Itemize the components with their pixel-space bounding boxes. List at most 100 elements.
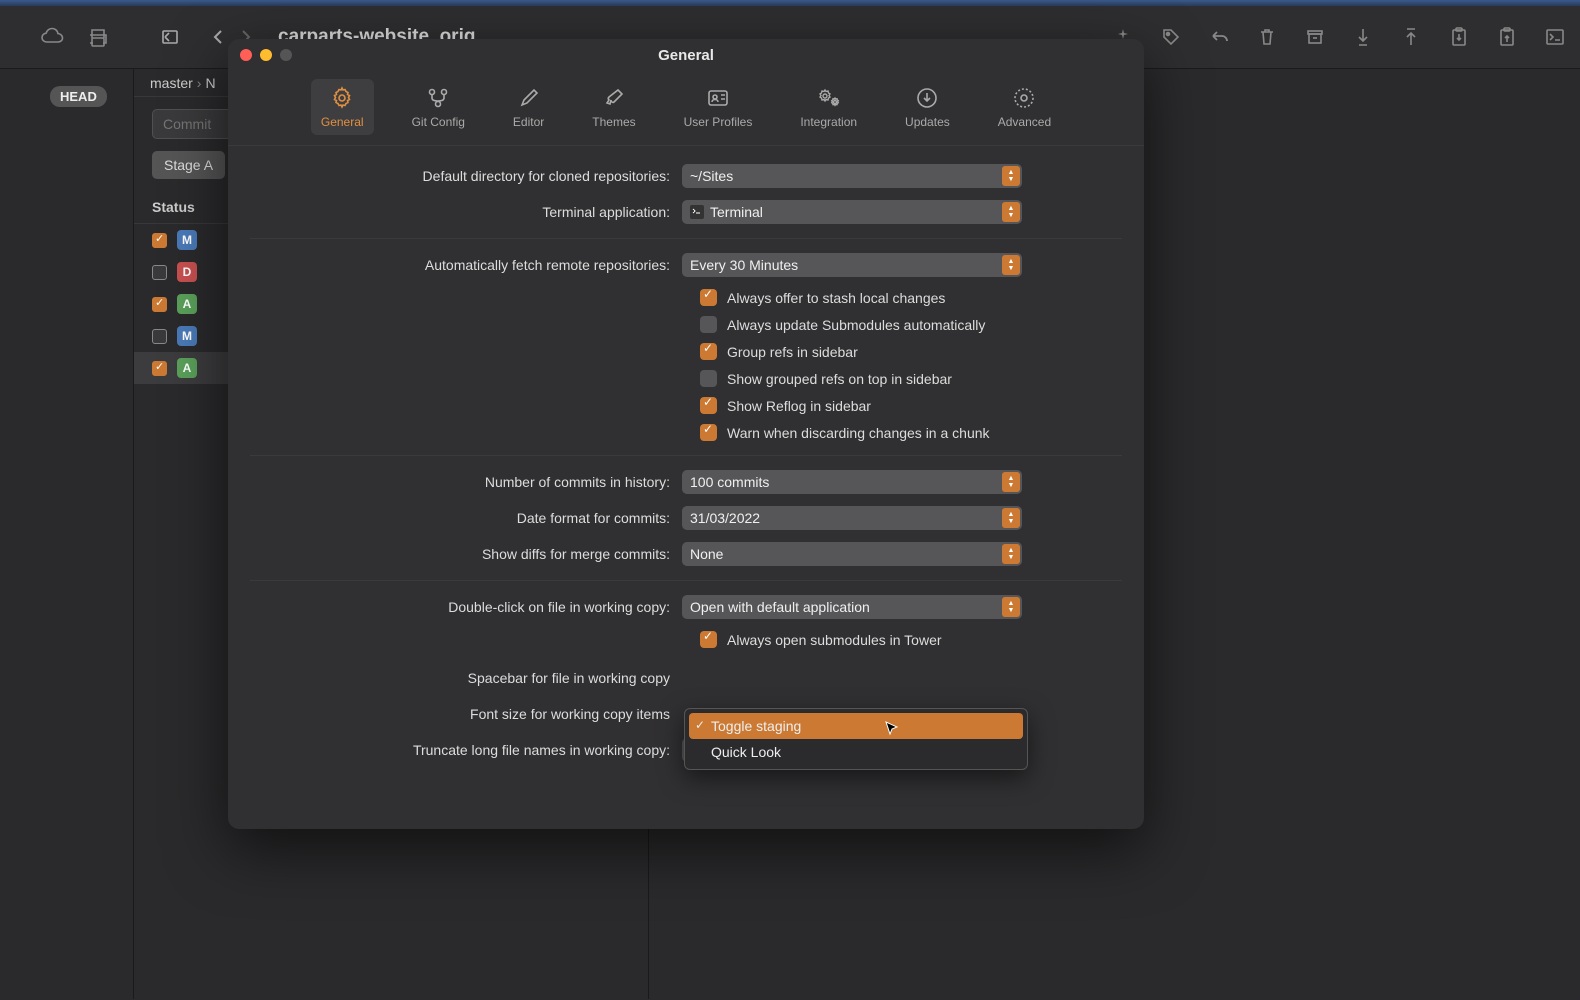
tab-label: Editor bbox=[513, 115, 544, 129]
stepper-arrows-icon: ▲▼ bbox=[1002, 255, 1020, 275]
select-dbl-click[interactable]: Open with default application ▲▼ bbox=[682, 595, 1022, 619]
dropdown-option-quick-look[interactable]: Quick Look bbox=[689, 739, 1023, 765]
status-badge: M bbox=[177, 230, 197, 250]
brush-icon bbox=[601, 85, 627, 111]
label-auto-fetch: Automatically fetch remote repositories: bbox=[250, 257, 682, 273]
tab-general[interactable]: General bbox=[311, 79, 374, 135]
status-badge: D bbox=[177, 262, 197, 282]
tab-label: Git Config bbox=[412, 115, 465, 129]
stage-checkbox[interactable] bbox=[152, 297, 167, 312]
tab-editor[interactable]: Editor bbox=[503, 79, 554, 135]
select-value: Terminal bbox=[710, 204, 763, 220]
tab-user-profiles[interactable]: User Profiles bbox=[674, 79, 763, 135]
status-badge: A bbox=[177, 358, 197, 378]
label-terminal: Terminal application: bbox=[250, 204, 682, 220]
label-spacebar: Spacebar for file in working copy bbox=[250, 670, 682, 686]
stage-checkbox[interactable] bbox=[152, 329, 167, 344]
label-truncate: Truncate long file names in working copy… bbox=[250, 742, 682, 758]
check-submodules[interactable] bbox=[700, 316, 717, 333]
quick-open-icon[interactable] bbox=[158, 25, 182, 49]
label-date-fmt: Date format for commits: bbox=[250, 510, 682, 526]
check-open-submodules[interactable] bbox=[700, 631, 717, 648]
stepper-arrows-icon: ▲▼ bbox=[1002, 472, 1020, 492]
select-value: ~/Sites bbox=[690, 168, 733, 184]
clipboard-down-icon[interactable] bbox=[1448, 26, 1470, 48]
select-date-fmt[interactable]: 31/03/2022 ▲▼ bbox=[682, 506, 1022, 530]
tab-updates[interactable]: Updates bbox=[895, 79, 960, 135]
cloud-icon[interactable] bbox=[40, 26, 66, 48]
check-warn-discard[interactable] bbox=[700, 424, 717, 441]
check-grouped-top[interactable] bbox=[700, 370, 717, 387]
stepper-arrows-icon: ▲▼ bbox=[1002, 202, 1020, 222]
advanced-icon bbox=[1011, 85, 1037, 111]
stage-checkbox[interactable] bbox=[152, 361, 167, 376]
select-value: Every 30 Minutes bbox=[690, 257, 798, 273]
tab-label: Advanced bbox=[998, 115, 1051, 129]
push-icon[interactable] bbox=[1400, 26, 1422, 48]
check-label: Always offer to stash local changes bbox=[727, 290, 945, 306]
label-default-dir: Default directory for cloned repositorie… bbox=[250, 168, 682, 184]
tab-themes[interactable]: Themes bbox=[582, 79, 645, 135]
check-label: Show grouped refs on top in sidebar bbox=[727, 371, 952, 387]
status-badge: A bbox=[177, 294, 197, 314]
tab-label: General bbox=[321, 115, 364, 129]
check-label: Always open submodules in Tower bbox=[727, 632, 942, 648]
label-font-size: Font size for working copy items bbox=[250, 706, 682, 722]
label-dbl-click: Double-click on file in working copy: bbox=[250, 599, 682, 615]
select-terminal[interactable]: Terminal ▲▼ bbox=[682, 200, 1022, 224]
select-value: None bbox=[690, 546, 723, 562]
tab-git-config[interactable]: Git Config bbox=[402, 79, 475, 135]
terminal-icon[interactable] bbox=[1544, 26, 1566, 48]
preferences-tabs: General Git Config Editor Themes User Pr… bbox=[228, 71, 1144, 146]
check-stash[interactable] bbox=[700, 289, 717, 306]
select-default-dir[interactable]: ~/Sites ▲▼ bbox=[682, 164, 1022, 188]
printer-icon[interactable] bbox=[86, 26, 110, 48]
select-show-diffs[interactable]: None ▲▼ bbox=[682, 542, 1022, 566]
id-card-icon bbox=[705, 85, 731, 111]
select-value: 100 commits bbox=[690, 474, 769, 490]
pencil-icon bbox=[516, 85, 542, 111]
tab-label: Integration bbox=[800, 115, 857, 129]
select-num-commits[interactable]: 100 commits ▲▼ bbox=[682, 470, 1022, 494]
undo-icon[interactable] bbox=[1208, 26, 1230, 48]
tab-label: Updates bbox=[905, 115, 950, 129]
pull-icon[interactable] bbox=[1352, 26, 1374, 48]
breadcrumb-branch[interactable]: master bbox=[150, 75, 193, 91]
check-label: Show Reflog in sidebar bbox=[727, 398, 871, 414]
titlebar: General bbox=[228, 39, 1144, 71]
chevron-right-icon: › bbox=[197, 75, 202, 91]
trash-icon[interactable] bbox=[1256, 26, 1278, 48]
check-label: Always update Submodules automatically bbox=[727, 317, 985, 333]
check-label: Warn when discarding changes in a chunk bbox=[727, 425, 990, 441]
gears-icon bbox=[816, 85, 842, 111]
gear-icon bbox=[329, 85, 355, 111]
head-badge: HEAD bbox=[50, 86, 107, 107]
preferences-window: General General Git Config Editor Themes… bbox=[228, 39, 1144, 829]
status-badge: M bbox=[177, 326, 197, 346]
tab-advanced[interactable]: Advanced bbox=[988, 79, 1061, 135]
tag-icon[interactable] bbox=[1160, 26, 1182, 48]
stage-checkbox[interactable] bbox=[152, 233, 167, 248]
select-value: 31/03/2022 bbox=[690, 510, 760, 526]
check-reflog[interactable] bbox=[700, 397, 717, 414]
stepper-arrows-icon: ▲▼ bbox=[1002, 508, 1020, 528]
stage-all-button[interactable]: Stage A bbox=[152, 151, 225, 179]
check-label: Group refs in sidebar bbox=[727, 344, 858, 360]
stepper-arrows-icon: ▲▼ bbox=[1002, 597, 1020, 617]
select-auto-fetch[interactable]: Every 30 Minutes ▲▼ bbox=[682, 253, 1022, 277]
stage-checkbox[interactable] bbox=[152, 265, 167, 280]
clipboard-up-icon[interactable] bbox=[1496, 26, 1518, 48]
dropdown-option-toggle-staging[interactable]: Toggle staging bbox=[689, 713, 1023, 739]
tab-integration[interactable]: Integration bbox=[790, 79, 867, 135]
download-icon bbox=[914, 85, 940, 111]
archive-icon[interactable] bbox=[1304, 26, 1326, 48]
spacebar-dropdown-menu: Toggle staging Quick Look bbox=[684, 708, 1028, 770]
stepper-arrows-icon: ▲▼ bbox=[1002, 544, 1020, 564]
tab-label: User Profiles bbox=[684, 115, 753, 129]
label-show-diffs: Show diffs for merge commits: bbox=[250, 546, 682, 562]
breadcrumb-sub: N bbox=[205, 75, 215, 91]
terminal-app-icon bbox=[690, 205, 704, 219]
check-group-refs[interactable] bbox=[700, 343, 717, 360]
tab-label: Themes bbox=[592, 115, 635, 129]
nav-back-icon[interactable] bbox=[206, 25, 230, 49]
